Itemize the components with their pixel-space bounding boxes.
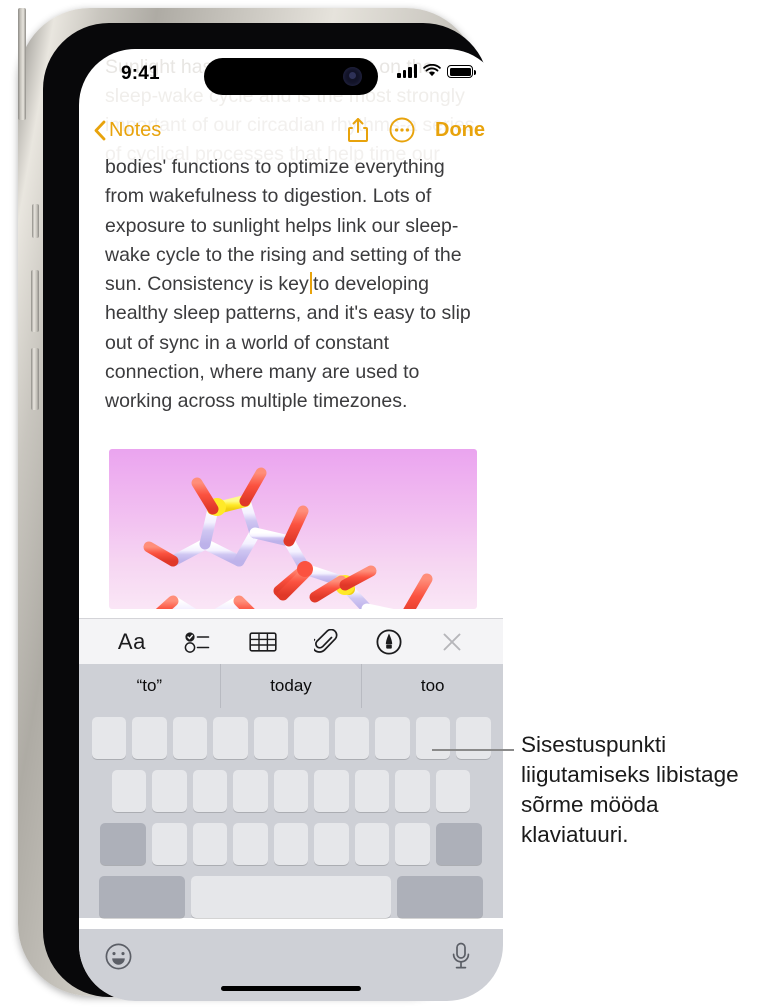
return-key[interactable]	[397, 876, 483, 918]
volume-down-button[interactable]	[31, 348, 39, 410]
nav-actions: Done	[347, 117, 485, 143]
key[interactable]	[91, 717, 126, 759]
key[interactable]	[314, 823, 349, 865]
status-time: 9:41	[121, 63, 160, 84]
phone-screen: Sunlight has a profound impact on the sl…	[79, 49, 503, 1001]
key[interactable]	[334, 717, 369, 759]
format-text-icon[interactable]: Aa	[118, 629, 146, 655]
navigation-bar: Notes Done	[79, 109, 503, 151]
key[interactable]	[172, 717, 207, 759]
volume-up-button[interactable]	[31, 270, 39, 332]
done-button[interactable]: Done	[435, 119, 485, 142]
battery-full-icon	[447, 65, 477, 78]
key[interactable]	[415, 717, 450, 759]
chevron-left-icon	[94, 120, 106, 140]
screenshot-root: Sunlight has a profound impact on the sl…	[0, 0, 766, 1008]
key[interactable]	[395, 823, 430, 865]
note-body[interactable]: bodies' functions to optimize everything…	[105, 153, 477, 417]
keyboard-assembly: Aa “to” today too	[79, 618, 503, 1001]
key[interactable]	[132, 717, 167, 759]
keyboard-keys	[79, 708, 503, 918]
microphone-icon[interactable]	[449, 941, 473, 976]
status-indicators	[397, 64, 477, 78]
numbers-key[interactable]	[99, 876, 185, 918]
action-button[interactable]	[32, 204, 39, 238]
phone-bezel: Sunlight has a profound impact on the sl…	[43, 23, 503, 1001]
markup-pen-icon[interactable]	[376, 628, 402, 655]
molecule-illustration	[143, 467, 433, 609]
key[interactable]	[273, 823, 309, 865]
keyboard-row-3	[82, 823, 500, 865]
note-editor[interactable]: bodies' functions to optimize everything…	[79, 153, 503, 417]
status-bar: 9:41	[79, 49, 503, 99]
paperclip-icon[interactable]	[314, 628, 338, 655]
checklist-icon[interactable]	[184, 630, 211, 654]
callout-leader-line	[432, 749, 514, 751]
signal-bars-icon	[397, 64, 417, 78]
share-icon[interactable]	[347, 117, 369, 143]
key[interactable]	[152, 770, 187, 812]
key[interactable]	[273, 770, 309, 812]
key[interactable]	[233, 770, 268, 812]
key[interactable]	[253, 717, 288, 759]
keyboard-row-4	[82, 876, 500, 918]
wifi-icon	[423, 64, 441, 77]
prediction-1[interactable]: today	[219, 664, 362, 708]
table-icon[interactable]	[248, 630, 277, 654]
key[interactable]	[192, 823, 228, 865]
key[interactable]	[213, 717, 248, 759]
keyboard-bottom-bar	[79, 929, 503, 1001]
key[interactable]	[294, 717, 329, 759]
power-button[interactable]	[18, 8, 26, 120]
text-cursor	[309, 272, 312, 295]
front-camera-icon	[343, 67, 362, 86]
prediction-2[interactable]: too	[361, 664, 503, 708]
dynamic-island	[204, 58, 378, 95]
key[interactable]	[233, 823, 268, 865]
key[interactable]	[354, 770, 390, 812]
molecule-image[interactable]	[109, 449, 477, 609]
back-to-notes-button[interactable]: Notes	[93, 119, 161, 142]
key[interactable]	[111, 770, 147, 812]
close-x-icon[interactable]	[440, 630, 464, 654]
key[interactable]	[435, 770, 471, 812]
phone-frame: Sunlight has a profound impact on the sl…	[18, 8, 503, 1001]
home-indicator[interactable]	[221, 986, 361, 991]
back-button-label: Notes	[109, 118, 162, 141]
keyboard-row-2	[82, 770, 500, 812]
key[interactable]	[152, 823, 187, 865]
key[interactable]	[314, 770, 349, 812]
key[interactable]	[456, 717, 491, 759]
callout-text: Sisestuspunkti liigutamiseks libistage s…	[521, 732, 739, 847]
delete-key[interactable]	[435, 823, 482, 865]
predictive-text-bar: “to” today too	[79, 664, 503, 708]
space-key[interactable]	[191, 876, 391, 918]
shift-key[interactable]	[100, 823, 147, 865]
prediction-0[interactable]: “to”	[79, 664, 220, 708]
key[interactable]	[192, 770, 228, 812]
emoji-smiley-icon[interactable]	[105, 943, 132, 975]
notes-format-toolbar: Aa	[79, 618, 503, 664]
more-ellipsis-circle-icon[interactable]	[389, 117, 415, 143]
keyboard-row-1	[82, 717, 500, 759]
key[interactable]	[375, 717, 410, 759]
key[interactable]	[354, 823, 390, 865]
key[interactable]	[395, 770, 430, 812]
